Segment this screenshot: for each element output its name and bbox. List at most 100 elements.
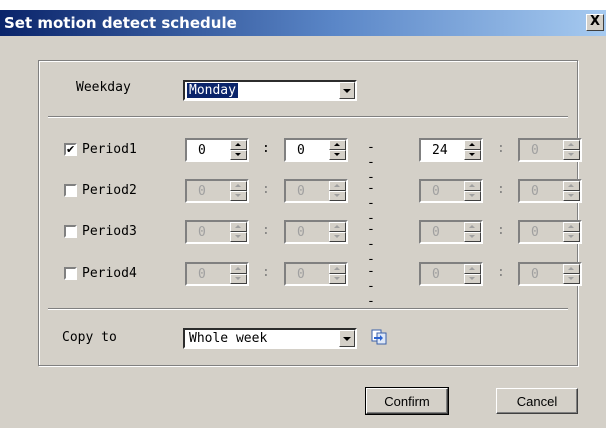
time-spinner-end-min[interactable]: 0 [518, 138, 582, 162]
spin-up-icon[interactable] [230, 222, 247, 232]
spin-down-icon[interactable] [329, 274, 346, 284]
time-spinner-start-hour[interactable]: 0 [185, 179, 249, 203]
copy-to-select-value: Whole week [189, 331, 268, 346]
spin-up-icon[interactable] [329, 222, 346, 232]
spin-down-icon[interactable] [464, 191, 481, 201]
time-spinner-end-hour[interactable]: 0 [419, 179, 483, 203]
time-spinner-start-min[interactable]: 0 [284, 138, 348, 162]
time-spinner-value: 0 [531, 143, 539, 158]
time-spinner-value: 0 [432, 267, 440, 282]
time-spinner-start-min[interactable]: 0 [284, 262, 348, 286]
copy-to-label: Copy to [62, 330, 117, 345]
time-colon: : [497, 223, 505, 238]
spin-up-icon[interactable] [563, 181, 580, 191]
time-colon: : [497, 141, 505, 156]
window-title: Set motion detect schedule [4, 14, 237, 32]
period-label: Period1 [82, 142, 137, 157]
period-checkbox[interactable]: ✔ [64, 143, 77, 156]
time-spinner-value: 0 [432, 184, 440, 199]
chevron-down-icon[interactable] [339, 82, 355, 99]
period-label: Period4 [82, 266, 137, 281]
weekday-select-value: Monday [187, 83, 238, 98]
time-spinner-value: 0 [531, 225, 539, 240]
spin-up-icon[interactable] [563, 222, 580, 232]
time-spinner-value: 0 [297, 267, 305, 282]
spin-up-icon[interactable] [329, 140, 346, 150]
spin-down-icon[interactable] [464, 274, 481, 284]
time-colon: : [497, 265, 505, 280]
time-colon: : [262, 182, 270, 197]
period-label: Period2 [82, 183, 137, 198]
spin-up-icon[interactable] [230, 140, 247, 150]
chevron-down-icon[interactable] [339, 330, 355, 347]
time-spinner-value: 0 [198, 143, 206, 158]
weekday-select[interactable]: Monday [183, 80, 357, 101]
time-spinner-value: 0 [531, 184, 539, 199]
time-colon: : [262, 223, 270, 238]
time-spinner-start-min[interactable]: 0 [284, 179, 348, 203]
time-spinner-end-min[interactable]: 0 [518, 179, 582, 203]
period-checkbox[interactable] [64, 267, 77, 280]
time-spinner-end-hour[interactable]: 24 [419, 138, 483, 162]
close-button[interactable]: X [586, 14, 604, 31]
spin-up-icon[interactable] [563, 140, 580, 150]
separator-bottom [48, 308, 568, 310]
period-checkbox[interactable] [64, 225, 77, 238]
time-spinner-end-min[interactable]: 0 [518, 262, 582, 286]
weekday-label: Weekday [76, 80, 131, 95]
time-spinner-value: 0 [297, 225, 305, 240]
spin-up-icon[interactable] [329, 264, 346, 274]
spin-down-icon[interactable] [329, 232, 346, 242]
time-spinner-value: 0 [531, 267, 539, 282]
spin-up-icon[interactable] [464, 222, 481, 232]
spin-up-icon[interactable] [230, 264, 247, 274]
spin-down-icon[interactable] [464, 150, 481, 160]
time-spinner-value: 0 [297, 143, 305, 158]
time-colon: : [497, 182, 505, 197]
time-range-dash: --- [367, 181, 375, 226]
time-spinner-start-hour[interactable]: 0 [185, 138, 249, 162]
spin-up-icon[interactable] [464, 181, 481, 191]
time-spinner-value: 0 [297, 184, 305, 199]
dialog-body: Weekday Monday ✔ Period1 0 0 24 0:: --- Period2… [0, 36, 606, 428]
spin-down-icon[interactable] [329, 150, 346, 160]
spin-down-icon[interactable] [230, 150, 247, 160]
time-spinner-value: 0 [198, 184, 206, 199]
schedule-groupbox [38, 60, 578, 366]
period-checkbox[interactable] [64, 184, 77, 197]
spin-up-icon[interactable] [464, 140, 481, 150]
time-spinner-end-hour[interactable]: 0 [419, 262, 483, 286]
time-spinner-start-hour[interactable]: 0 [185, 262, 249, 286]
spin-down-icon[interactable] [230, 191, 247, 201]
time-range-dash: --- [367, 222, 375, 267]
spin-down-icon[interactable] [329, 191, 346, 201]
cancel-button[interactable]: Cancel [496, 388, 578, 414]
spin-down-icon[interactable] [230, 274, 247, 284]
time-colon: : [262, 265, 270, 280]
time-spinner-end-hour[interactable]: 0 [419, 220, 483, 244]
spin-down-icon[interactable] [563, 232, 580, 242]
close-icon: X [589, 14, 601, 29]
copy-icon[interactable] [371, 329, 387, 345]
time-range-dash: --- [367, 264, 375, 309]
spin-down-icon[interactable] [563, 150, 580, 160]
title-bar: Set motion detect schedule X [0, 10, 606, 36]
time-spinner-value: 0 [198, 225, 206, 240]
time-spinner-start-hour[interactable]: 0 [185, 220, 249, 244]
spin-down-icon[interactable] [230, 232, 247, 242]
spin-up-icon[interactable] [329, 181, 346, 191]
spin-down-icon[interactable] [563, 274, 580, 284]
confirm-button[interactable]: Confirm [365, 387, 449, 415]
time-spinner-start-min[interactable]: 0 [284, 220, 348, 244]
spin-down-icon[interactable] [563, 191, 580, 201]
spin-up-icon[interactable] [230, 181, 247, 191]
time-spinner-value: 0 [198, 267, 206, 282]
spin-up-icon[interactable] [563, 264, 580, 274]
time-spinner-end-min[interactable]: 0 [518, 220, 582, 244]
separator-top [48, 116, 568, 118]
time-colon: : [262, 141, 270, 156]
spin-down-icon[interactable] [464, 232, 481, 242]
time-spinner-value: 0 [432, 225, 440, 240]
copy-to-select[interactable]: Whole week [183, 328, 357, 349]
spin-up-icon[interactable] [464, 264, 481, 274]
